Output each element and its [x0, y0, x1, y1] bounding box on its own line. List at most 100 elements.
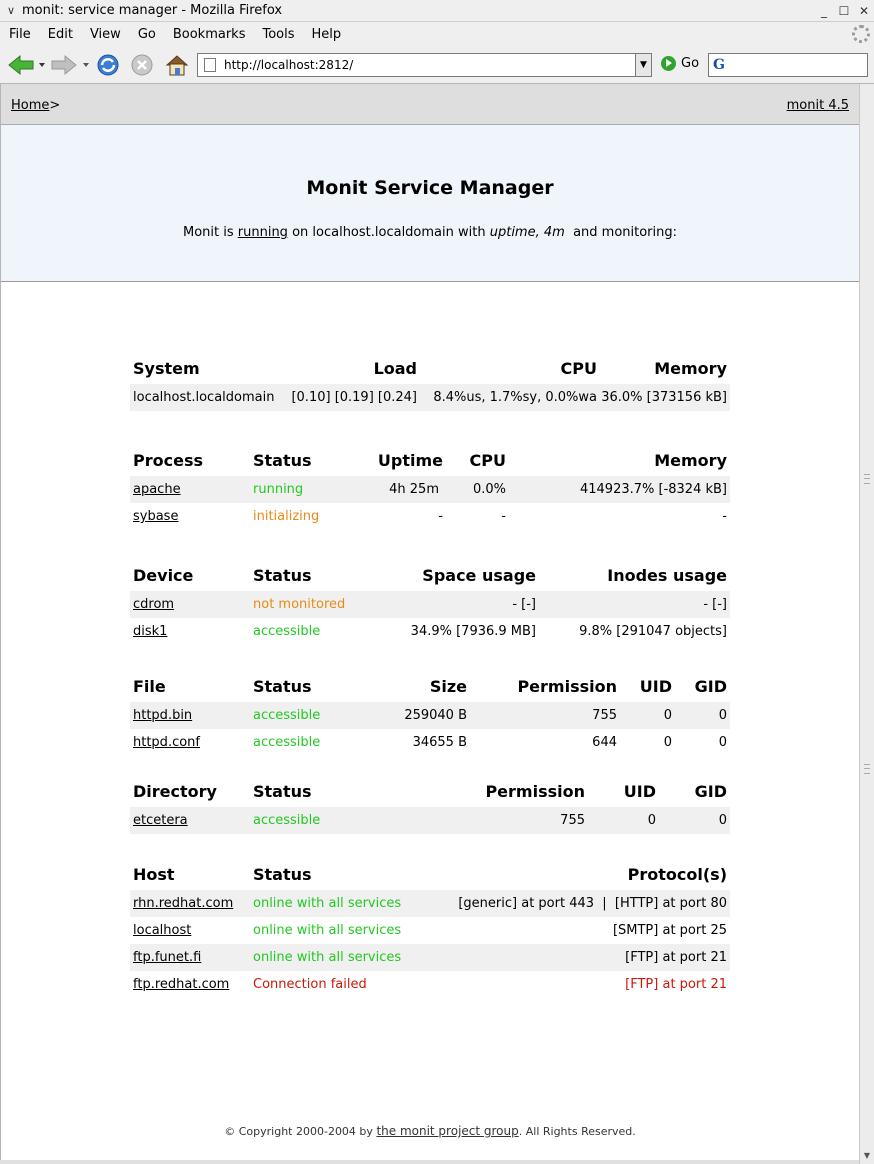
col-gid: GID	[694, 677, 727, 696]
device-status: accessible	[253, 624, 321, 639]
menu-edit[interactable]: Edit	[43, 27, 78, 42]
process-uptime: 4h 25m	[389, 482, 439, 497]
process-status: initializing	[253, 509, 320, 524]
device-link[interactable]: cdrom	[133, 597, 174, 612]
file-link[interactable]: httpd.conf	[133, 735, 200, 750]
menu-go[interactable]: Go	[133, 27, 161, 42]
col-memory: Memory	[654, 359, 727, 378]
page-icon	[204, 58, 216, 72]
process-table: Process Status Uptime CPU Memory apache …	[130, 446, 730, 530]
table-row: httpd.conf accessible 34655 B 644 0 0	[130, 729, 730, 756]
host-table: Host Status Protocol(s) rhn.redhat.com o…	[130, 860, 730, 998]
file-size: 259040 B	[404, 708, 467, 723]
url-bar[interactable]: http://localhost:2812/ ▼	[197, 53, 652, 77]
back-button[interactable]	[6, 53, 46, 77]
host-link[interactable]: rhn.redhat.com	[133, 896, 233, 911]
search-bar[interactable]: G	[708, 53, 868, 77]
scroll-grip-icon	[864, 474, 870, 484]
col-status: Status	[253, 451, 312, 470]
col-process: Process	[133, 451, 203, 470]
close-icon[interactable]: ✕	[854, 2, 874, 20]
file-uid: 0	[663, 708, 672, 723]
table-row: httpd.bin accessible 259040 B 755 0 0	[130, 702, 730, 729]
page-viewport: Home> monit 4.5 Monit Service Manager Mo…	[0, 84, 859, 1160]
table-row: apache running 4h 25m 0.0% 414923.7% [-8…	[130, 476, 730, 503]
host-protocols: [FTP] at port 21	[625, 977, 727, 992]
menu-view[interactable]: View	[85, 27, 126, 42]
file-permission: 644	[592, 735, 617, 750]
table-header: Directory Status Permission UID GID	[130, 777, 730, 807]
system-memory: 36.0% [373156 kB]	[601, 390, 727, 405]
process-link[interactable]: apache	[133, 482, 181, 497]
col-protocols: Protocol(s)	[627, 865, 727, 884]
menu-help[interactable]: Help	[307, 27, 347, 42]
window-title: monit: service manager - Mozilla Firefox	[22, 3, 283, 18]
col-directory: Directory	[133, 782, 217, 801]
vertical-scrollbar[interactable]: ▼	[859, 84, 874, 1164]
directory-status: accessible	[253, 813, 321, 828]
device-space: - [-]	[512, 597, 536, 612]
summary-prefix: Monit is	[182, 225, 234, 240]
process-link[interactable]: sybase	[133, 509, 178, 524]
directory-gid: 0	[718, 813, 727, 828]
menu-bookmarks[interactable]: Bookmarks	[168, 27, 251, 42]
footer: © Copyright 2000-2004 by the monit proje…	[1, 1124, 859, 1138]
table-row: sybase initializing - - -	[130, 503, 730, 530]
url-input[interactable]: http://localhost:2812/	[224, 58, 635, 72]
stop-button[interactable]	[130, 53, 154, 77]
window-menu-icon[interactable]: ∨	[0, 4, 22, 17]
forward-arrow-icon	[51, 54, 89, 76]
directory-link[interactable]: etcetera	[133, 813, 188, 828]
home-button[interactable]	[164, 53, 190, 77]
table-row: localhost.localdomain [0.10] [0.19] [0.2…	[130, 384, 730, 411]
menu-file[interactable]: File	[4, 27, 36, 42]
table-row: etcetera accessible 755 0 0	[130, 807, 730, 834]
summary-uptime: uptime, 4m	[489, 225, 565, 240]
google-search-icon[interactable]: G	[713, 57, 725, 73]
forward-button[interactable]	[50, 53, 92, 77]
host-link[interactable]: ftp.redhat.com	[133, 977, 229, 992]
reload-button[interactable]	[96, 53, 120, 77]
table-header: Host Status Protocol(s)	[130, 860, 730, 890]
stop-icon	[131, 54, 153, 76]
col-permission: Permission	[517, 677, 617, 696]
copyright-text: © Copyright 2000-2004 by	[224, 1125, 373, 1138]
go-button[interactable]: Go	[661, 56, 699, 71]
col-uid: UID	[623, 782, 656, 801]
url-history-dropdown-icon[interactable]: ▼	[635, 54, 651, 76]
host-status: online with all services	[253, 923, 402, 938]
maximize-icon[interactable]: ☐	[834, 2, 854, 20]
status-summary: Monit is running on localhost.localdomai…	[1, 225, 859, 240]
device-link[interactable]: disk1	[133, 624, 167, 639]
file-gid: 0	[718, 708, 727, 723]
minimize-icon[interactable]: _	[814, 2, 834, 20]
process-memory: -	[722, 509, 727, 524]
col-memory: Memory	[654, 451, 727, 470]
col-cpu: CPU	[560, 359, 597, 378]
table-header: Device Status Space usage Inodes usage	[130, 561, 730, 591]
col-inodes-usage: Inodes usage	[607, 566, 727, 585]
version-link[interactable]: monit 4.5	[787, 98, 849, 113]
host-link[interactable]: ftp.funet.fi	[133, 950, 201, 965]
host-protocols: [SMTP] at port 25	[612, 923, 727, 938]
menu-tools[interactable]: Tools	[257, 27, 299, 42]
table-row: localhost online with all services [SMTP…	[130, 917, 730, 944]
home-icon	[165, 55, 189, 76]
monit-project-link[interactable]: the monit project group	[376, 1124, 518, 1138]
file-link[interactable]: httpd.bin	[133, 708, 192, 723]
table-row: rhn.redhat.com online with all services …	[130, 890, 730, 917]
file-uid: 0	[663, 735, 672, 750]
scroll-down-icon[interactable]: ▼	[860, 1151, 874, 1160]
col-gid: GID	[694, 782, 727, 801]
host-link[interactable]: localhost	[133, 923, 191, 938]
table-header: System Load CPU Memory	[130, 354, 730, 384]
home-link[interactable]: Home	[11, 98, 49, 113]
col-host: Host	[133, 865, 175, 884]
directory-permission: 755	[560, 813, 585, 828]
directory-uid: 0	[647, 813, 656, 828]
running-link[interactable]: running	[238, 225, 288, 240]
monit-header-bar: Home> monit 4.5	[1, 84, 859, 125]
file-permission: 755	[592, 708, 617, 723]
col-load: Load	[373, 359, 417, 378]
process-memory: 414923.7% [-8324 kB]	[579, 482, 727, 497]
